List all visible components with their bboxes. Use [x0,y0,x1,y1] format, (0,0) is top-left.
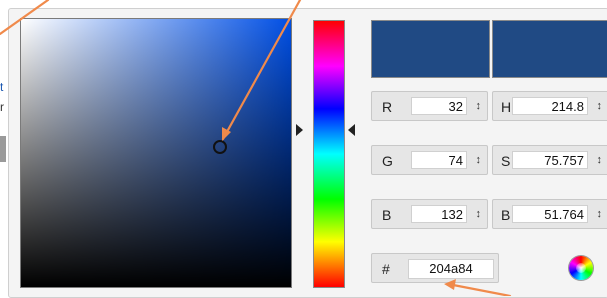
hue-label: H [501,99,512,115]
brightness-input[interactable]: 51.764 [512,205,588,223]
saturation-field: S 75.757 ↕ [492,145,607,175]
brightness-label: B [501,207,511,223]
hue-input[interactable]: 214.8 [512,97,588,115]
hex-field: # 204a84 [371,253,499,283]
blue-field: B 132 ↕ [371,199,488,229]
spinner-icon[interactable]: ↕ [476,152,482,168]
hue-slider[interactable] [313,20,345,288]
spinner-icon[interactable]: ↕ [476,98,482,114]
red-label: R [382,99,393,115]
brightness-field: B 51.764 ↕ [492,199,607,229]
hex-label: # [382,261,390,277]
spinner-icon[interactable]: ↕ [597,98,603,114]
cut-off-control [0,136,6,162]
saturation-value-square[interactable] [20,18,292,288]
saturation-input[interactable]: 75.757 [512,151,588,169]
current-color-swatch[interactable] [492,20,607,78]
hex-input[interactable]: 204a84 [408,259,494,279]
green-label: G [382,153,393,169]
cut-off-text: r [0,100,4,114]
color-wheel-icon[interactable] [569,256,593,280]
hue-pointer-right-icon[interactable] [348,124,355,136]
spinner-icon[interactable]: ↕ [476,206,482,222]
hue-pointer-left-icon[interactable] [296,124,303,136]
blue-label: B [382,207,392,223]
saturation-label: S [501,153,511,169]
green-input[interactable]: 74 [411,151,467,169]
hue-field: H 214.8 ↕ [492,91,607,121]
red-field: R 32 ↕ [371,91,488,121]
spinner-icon[interactable]: ↕ [597,206,603,222]
green-field: G 74 ↕ [371,145,488,175]
blue-input[interactable]: 132 [411,205,467,223]
cut-off-text: t [0,80,4,94]
new-color-swatch [371,20,490,78]
red-input[interactable]: 32 [411,97,467,115]
color-picker-handle[interactable] [213,140,227,154]
spinner-icon[interactable]: ↕ [597,152,603,168]
